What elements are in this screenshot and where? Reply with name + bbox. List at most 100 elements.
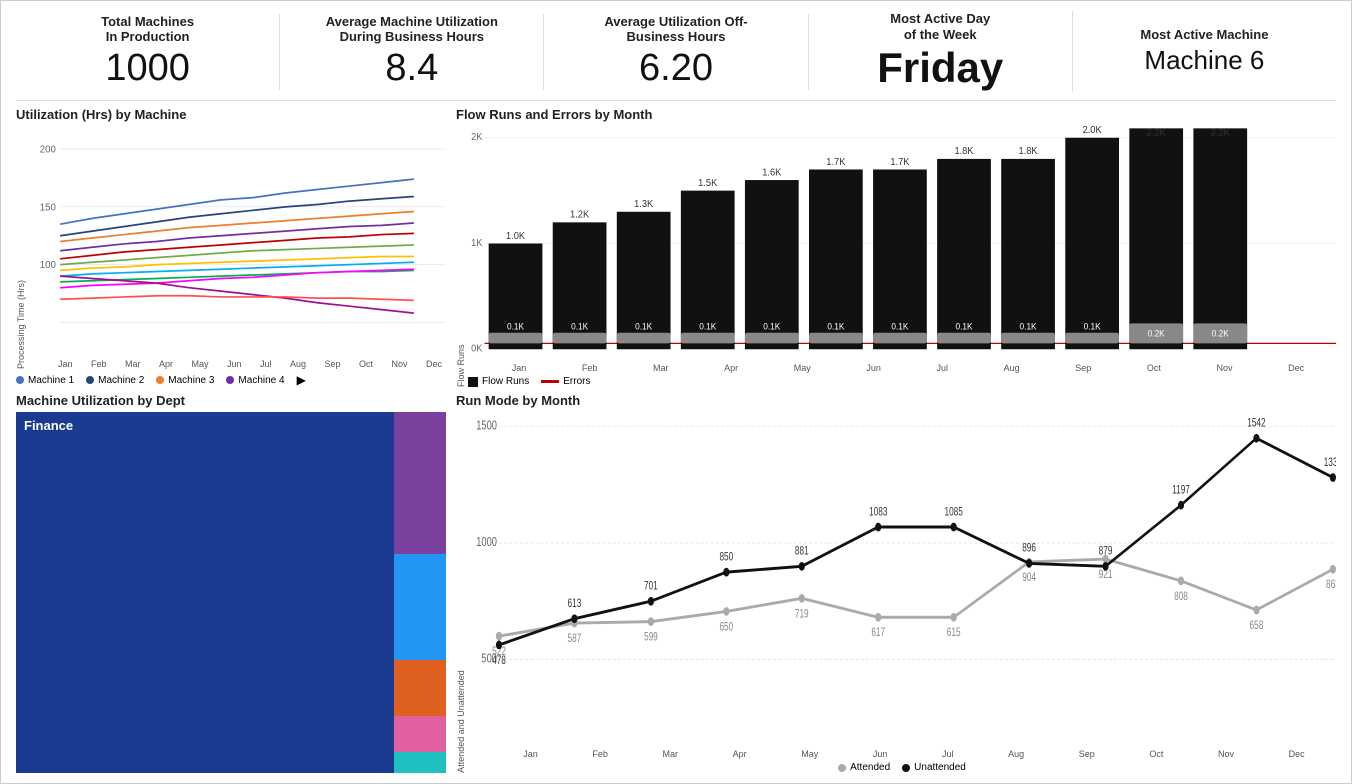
svg-text:478: 478	[492, 655, 506, 668]
svg-text:881: 881	[795, 546, 809, 559]
kpi-total-machines-value: 1000	[105, 47, 190, 90]
svg-text:1.6K: 1.6K	[762, 167, 781, 179]
bottom-charts-row: Machine Utilization by Dept Finance Run …	[16, 393, 1336, 773]
legend-machine4: Machine 4	[226, 375, 284, 386]
kpi-most-active-day: Most Active Dayof the Week Friday	[809, 11, 1073, 92]
kpi-most-active-machine-value: Machine 6	[1144, 45, 1264, 76]
utilization-chart-panel: Utilization (Hrs) by Machine Processing …	[16, 107, 446, 387]
legend-machine2: Machine 2	[86, 375, 144, 386]
svg-text:100: 100	[40, 260, 56, 271]
svg-text:0.2K: 0.2K	[1212, 328, 1229, 339]
svg-text:0.1K: 0.1K	[635, 321, 652, 332]
legend-label-flow-runs: Flow Runs	[482, 376, 529, 387]
bar-jul-error	[873, 333, 927, 344]
legend-label-unattended: Unattended	[914, 762, 966, 773]
flowruns-svg: 2K 1K 0K 1.0K	[468, 126, 1336, 361]
svg-text:904: 904	[1022, 572, 1036, 585]
svg-text:1085: 1085	[944, 506, 963, 519]
svg-text:1542: 1542	[1247, 418, 1266, 431]
svg-text:658: 658	[1250, 620, 1264, 633]
svg-text:1.5K: 1.5K	[698, 178, 717, 190]
treemap-orange-block	[394, 660, 446, 717]
svg-text:587: 587	[568, 633, 582, 646]
runmode-chart-area: 1500 1000 500	[468, 412, 1336, 747]
flowruns-chart-panel: Flow Runs and Errors by Month Flow Runs …	[456, 107, 1336, 387]
legend-dot-attended	[838, 764, 846, 772]
svg-text:1500: 1500	[476, 419, 497, 433]
flowruns-chart-title: Flow Runs and Errors by Month	[456, 107, 1336, 122]
legend-sq-flow-runs	[468, 377, 478, 387]
kpi-avg-util-biz-value: 8.4	[385, 47, 438, 90]
svg-text:1.7K: 1.7K	[890, 156, 909, 168]
legend-flow-runs: Flow Runs	[468, 376, 529, 387]
unattended-line	[499, 438, 1333, 645]
attended-line	[499, 559, 1333, 636]
svg-text:0.1K: 0.1K	[955, 321, 972, 332]
svg-text:1.7K: 1.7K	[826, 156, 845, 168]
flowruns-legend: Flow Runs Errors	[468, 376, 1336, 387]
kpi-row: Total MachinesIn Production 1000 Average…	[16, 11, 1336, 101]
legend-dot-machine3	[156, 376, 164, 384]
kpi-avg-util-offbiz-value: 6.20	[639, 47, 713, 90]
svg-text:617: 617	[871, 627, 885, 640]
bar-oct-error	[1065, 333, 1119, 344]
svg-text:1197: 1197	[1172, 484, 1190, 497]
treemap-finance-block: Finance	[16, 412, 394, 773]
svg-text:863: 863	[1326, 579, 1336, 592]
utilization-x-axis: Jan Feb Mar Apr May Jun Jul Aug Sep Oct …	[28, 357, 446, 369]
dashboard: Total MachinesIn Production 1000 Average…	[0, 0, 1352, 784]
kpi-most-active-machine: Most Active Machine Machine 6	[1073, 27, 1336, 76]
bar-oct-flow	[1065, 138, 1119, 350]
treemap-purple-block	[394, 412, 446, 554]
svg-text:2.2K: 2.2K	[1211, 127, 1230, 139]
svg-text:1K: 1K	[471, 238, 483, 250]
bar-sep-error	[1001, 333, 1055, 344]
runmode-y-axis-label: Attended and Unattended	[456, 412, 466, 773]
svg-text:200: 200	[40, 144, 56, 155]
legend-label-machine2: Machine 2	[98, 375, 144, 386]
treemap-chart-title: Machine Utilization by Dept	[16, 393, 446, 408]
svg-text:0.1K: 0.1K	[699, 321, 716, 332]
svg-text:808: 808	[1174, 591, 1188, 604]
flowruns-chart-area: 2K 1K 0K 1.0K	[468, 126, 1336, 361]
svg-text:850: 850	[719, 551, 733, 564]
kpi-avg-util-offbiz-title: Average Utilization Off-Business Hours	[604, 14, 747, 45]
bar-feb-error	[553, 333, 607, 344]
svg-text:0.1K: 0.1K	[891, 321, 908, 332]
kpi-total-machines-title: Total MachinesIn Production	[101, 14, 194, 45]
svg-text:650: 650	[719, 621, 733, 634]
svg-text:1.8K: 1.8K	[1019, 146, 1038, 158]
svg-text:1083: 1083	[869, 506, 888, 519]
treemap-right-blocks	[394, 412, 446, 773]
kpi-most-active-machine-title: Most Active Machine	[1140, 27, 1268, 43]
runmode-chart-title: Run Mode by Month	[456, 393, 1336, 408]
utilization-chart-title: Utilization (Hrs) by Machine	[16, 107, 446, 122]
kpi-avg-utilization-biz: Average Machine UtilizationDuring Busine…	[280, 14, 544, 90]
svg-text:1.0K: 1.0K	[506, 230, 525, 242]
svg-text:879: 879	[1099, 546, 1113, 559]
utilization-y-axis-label: Processing Time (Hrs)	[16, 126, 26, 369]
treemap-teal-block	[394, 752, 446, 773]
bar-jan-error	[489, 333, 543, 344]
legend-attended: Attended	[838, 762, 890, 773]
bar-aug-error	[937, 333, 991, 344]
svg-text:2K: 2K	[471, 132, 483, 144]
svg-text:599: 599	[644, 632, 658, 645]
treemap-area: Finance	[16, 412, 446, 773]
legend-more-button[interactable]: ▶	[297, 373, 306, 387]
svg-text:0.1K: 0.1K	[1084, 321, 1101, 332]
bar-dec-flow	[1193, 129, 1247, 350]
svg-text:613: 613	[568, 598, 582, 611]
legend-line-errors	[541, 380, 559, 383]
legend-unattended: Unattended	[902, 762, 966, 773]
utilization-svg: 200 150 100	[28, 126, 446, 357]
kpi-avg-util-biz-title: Average Machine UtilizationDuring Busine…	[326, 14, 498, 45]
svg-text:0.1K: 0.1K	[571, 321, 588, 332]
legend-label-machine3: Machine 3	[168, 375, 214, 386]
legend-label-errors: Errors	[563, 376, 590, 387]
runmode-x-axis: Jan Feb Mar Apr May Jun Jul Aug Sep Oct …	[468, 747, 1336, 759]
svg-text:0K: 0K	[471, 343, 483, 355]
svg-text:896: 896	[1022, 543, 1036, 556]
svg-text:0.1K: 0.1K	[763, 321, 780, 332]
svg-text:150: 150	[40, 202, 56, 213]
